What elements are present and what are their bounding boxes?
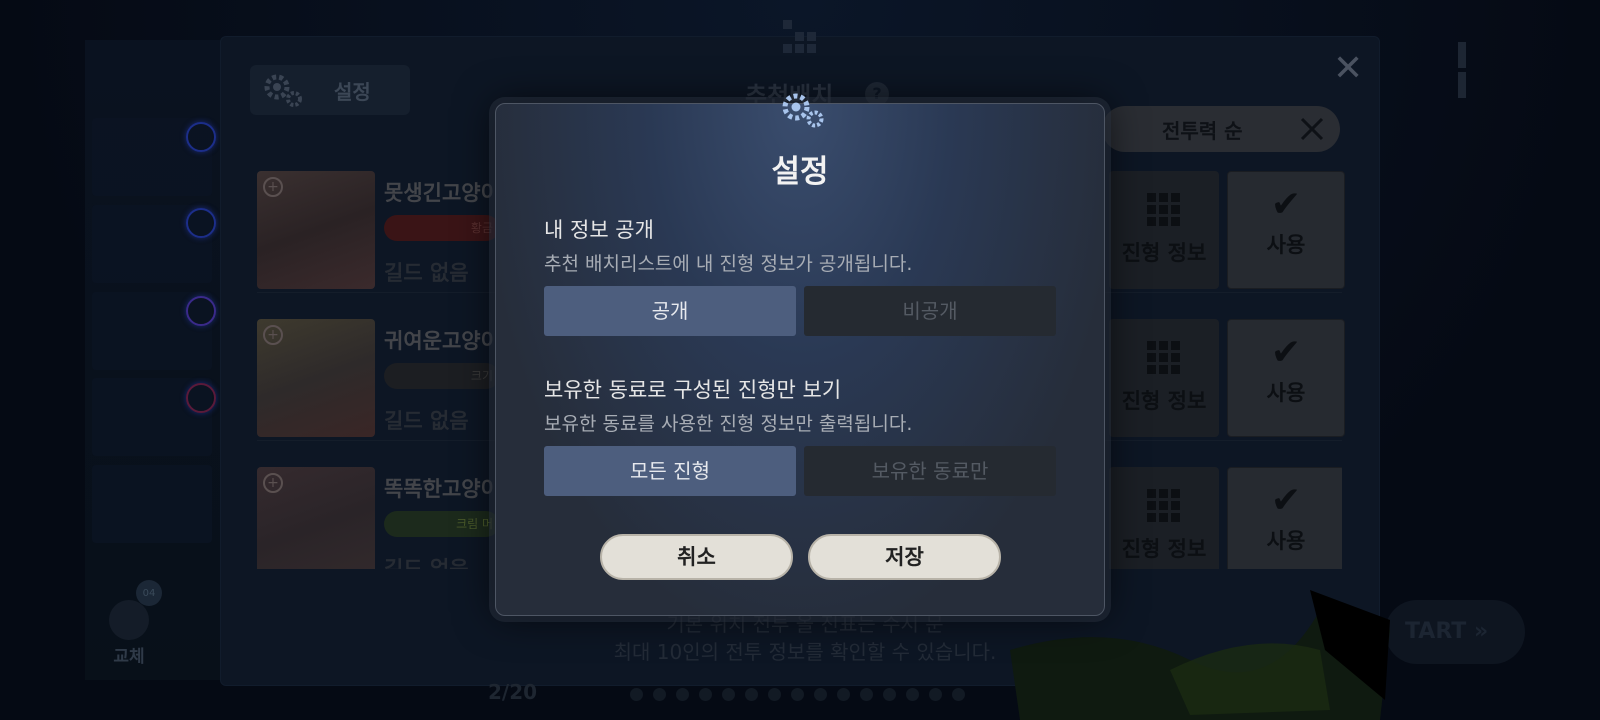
use-label: 사용 — [1266, 381, 1306, 405]
owned-filter-description: 보유한 동료를 사용한 진형 정보만 출력됩니다. — [544, 413, 913, 435]
close-icon[interactable]: ✕ — [1333, 48, 1363, 89]
pause-icon[interactable] — [1458, 42, 1484, 98]
formation-label: 진형 정보 — [1121, 389, 1207, 413]
settings-modal: 설정 내 정보 공개 추천 배치리스트에 내 진형 정보가 공개됩니다. 공개 … — [495, 93, 1105, 616]
all-formations-button[interactable]: 모든 진형 — [544, 446, 796, 496]
formation-info-button[interactable]: 진형 정보 — [1109, 171, 1219, 289]
player-name: 귀여운고양이 — [384, 329, 499, 353]
bottom-info-text: 기본 위치 전투 올 진표는 수시 문 최대 10인의 전투 정보를 확인할 수… — [595, 610, 1015, 666]
sort-swords-icon — [1300, 117, 1324, 141]
guild-label: 길드 없음 — [384, 261, 469, 285]
skull-icon — [109, 600, 149, 640]
plus-icon: + — [263, 177, 283, 197]
character-portrait[interactable]: + — [257, 467, 375, 569]
swap-count-badge: 04 — [136, 580, 162, 606]
plus-icon: + — [263, 325, 283, 345]
settings-chip-button[interactable]: 설정 — [250, 65, 410, 115]
formation-info-button[interactable]: 진형 정보 — [1109, 319, 1219, 437]
page-dots — [630, 688, 965, 701]
public-option-button[interactable]: 공개 — [544, 286, 796, 336]
slot-ring-icon — [186, 383, 216, 413]
formation-info-button[interactable]: 진형 정보 — [1109, 467, 1219, 569]
title-badge: 크기 — [384, 363, 499, 389]
character-portrait[interactable]: + — [257, 319, 375, 437]
title-badge: 황금 — [384, 215, 499, 241]
owned-only-button[interactable]: 보유한 동료만 — [804, 446, 1056, 496]
check-icon: ✔ — [1270, 184, 1302, 225]
player-name: 못생긴고양이 — [384, 181, 499, 205]
start-button[interactable]: TART » — [1385, 600, 1525, 664]
owned-filter-title: 보유한 동료로 구성된 진형만 보기 — [544, 378, 842, 402]
cancel-button[interactable]: 취소 — [600, 534, 793, 580]
swap-button[interactable]: 교체 04 — [104, 580, 162, 667]
check-icon: ✔ — [1270, 480, 1302, 521]
plus-icon: + — [263, 473, 283, 493]
gear-icon — [782, 93, 824, 128]
use-button[interactable]: ✔ 사용 — [1227, 319, 1345, 437]
formation-grid-icon — [1147, 341, 1180, 374]
party-slot — [92, 465, 212, 543]
sort-button[interactable]: 전투력 순 — [1102, 106, 1340, 152]
use-label: 사용 — [1266, 529, 1306, 553]
public-info-title: 내 정보 공개 — [544, 218, 654, 242]
player-name: 똑똑한고양이 — [384, 477, 499, 501]
public-info-description: 추천 배치리스트에 내 진형 정보가 공개됩니다. — [544, 253, 913, 275]
formation-grid-icon — [783, 20, 817, 54]
bottom-info-line2: 최대 10인의 전투 정보를 확인할 수 있습니다. — [613, 640, 997, 664]
use-label: 사용 — [1266, 233, 1306, 257]
slot-ring-icon — [186, 122, 216, 152]
settings-chip-label: 설정 — [334, 79, 371, 104]
swap-label: 교체 — [113, 647, 145, 667]
formation-label: 진형 정보 — [1121, 537, 1207, 561]
use-button[interactable]: ✔ 사용 — [1227, 467, 1342, 569]
use-button[interactable]: ✔ 사용 — [1227, 171, 1345, 289]
check-icon: ✔ — [1270, 332, 1302, 373]
formation-grid-icon — [1147, 193, 1180, 226]
title-badge: 크림 머 — [384, 511, 499, 537]
slot-ring-icon — [186, 296, 216, 326]
private-option-button[interactable]: 비공개 — [804, 286, 1056, 336]
character-portrait[interactable]: + — [257, 171, 375, 289]
formation-grid-icon — [1147, 489, 1180, 522]
gear-icon — [264, 74, 302, 107]
sort-label: 전투력 순 — [1162, 118, 1243, 143]
page-indicator: 2/20 — [488, 680, 538, 704]
guild-label: 길드 없음 — [384, 557, 469, 569]
save-button[interactable]: 저장 — [808, 534, 1001, 580]
slot-ring-icon — [186, 208, 216, 238]
modal-title: 설정 — [771, 154, 829, 190]
guild-label: 길드 없음 — [384, 409, 469, 433]
formation-label: 진형 정보 — [1121, 241, 1207, 265]
